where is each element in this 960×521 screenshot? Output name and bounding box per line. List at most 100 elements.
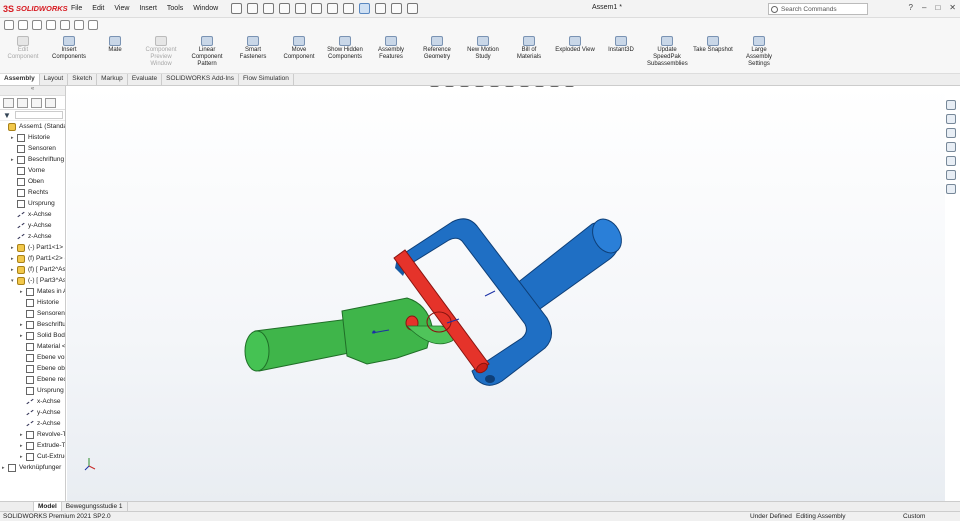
property-manager-tab-icon[interactable] xyxy=(17,97,28,108)
search-commands-input[interactable]: Search Commands xyxy=(768,3,868,15)
command-linear-component-pattern[interactable]: Linear Component Pattern xyxy=(184,36,230,68)
bottom-tab-model[interactable]: Model xyxy=(34,502,62,511)
resources-icon[interactable] xyxy=(946,114,956,124)
app-logo[interactable]: 3S SOLIDWORKS xyxy=(0,4,68,14)
undo-icon[interactable] xyxy=(327,3,339,14)
tab-evaluate[interactable]: Evaluate xyxy=(128,74,163,85)
feature-tree-tab-icon[interactable] xyxy=(3,97,14,108)
help-icon[interactable]: ? xyxy=(909,3,913,12)
command-component-preview-window[interactable]: Component Preview Window xyxy=(138,36,184,68)
tree-node[interactable]: ▸(f) Part1<2> (S xyxy=(11,253,65,264)
tab-sketch[interactable]: Sketch xyxy=(68,74,98,85)
command-new-motion-study[interactable]: New Motion Study xyxy=(460,36,506,68)
tree-node[interactable]: Sensoren xyxy=(20,308,65,319)
menu-window[interactable]: Window xyxy=(188,5,223,12)
tree-node[interactable]: z-Achse xyxy=(11,231,51,242)
minimize-button[interactable]: – xyxy=(922,3,926,12)
tree-node[interactable]: Ebene vorn xyxy=(20,352,65,363)
tree-filter[interactable]: ▼ xyxy=(0,110,65,121)
table-icon[interactable] xyxy=(74,20,84,30)
redo-icon[interactable] xyxy=(343,3,355,14)
tab-markup[interactable]: Markup xyxy=(97,74,128,85)
pin-icon[interactable] xyxy=(231,3,243,14)
sum-icon[interactable] xyxy=(46,20,56,30)
tree-node[interactable]: z-Achse xyxy=(20,418,60,429)
spell-check-icon[interactable] xyxy=(4,20,14,30)
traffic-light-icon[interactable] xyxy=(375,3,387,14)
smart-dimension-icon[interactable] xyxy=(32,20,42,30)
command-exploded-view[interactable]: Exploded View xyxy=(552,36,598,68)
tab-flow-simulation[interactable]: Flow Simulation xyxy=(239,74,294,85)
open-folder-icon[interactable] xyxy=(279,3,291,14)
tree-node[interactable]: ▸(f) [ Part2^Asse xyxy=(11,264,65,275)
tree-node[interactable]: ▸(-) Part1<1> (S xyxy=(11,242,65,253)
panel-collapse-handle[interactable]: « xyxy=(0,86,65,96)
menu-tools[interactable]: Tools xyxy=(162,5,188,12)
tree-node[interactable]: ▸ Beschriftung xyxy=(11,154,64,165)
tree-node[interactable]: Oben xyxy=(11,176,44,187)
command-move-component[interactable]: Move Component xyxy=(276,36,322,68)
status-units[interactable]: Custom xyxy=(903,513,925,520)
command-reference-geometry[interactable]: Reference Geometry xyxy=(414,36,460,68)
menu-insert[interactable]: Insert xyxy=(134,5,162,12)
tree-node[interactable]: Vorne xyxy=(11,165,45,176)
tree-node[interactable]: Ebene rech xyxy=(20,374,65,385)
tree-node[interactable]: ▸ Cut-Extruc xyxy=(20,451,65,462)
tree-node[interactable]: ▸ Extrude-Th xyxy=(20,440,65,451)
file-properties-icon[interactable] xyxy=(391,3,403,14)
command-instant3d[interactable]: Instant3D xyxy=(598,36,644,68)
tree-node[interactable]: x-Achse xyxy=(20,396,60,407)
tree-node[interactable]: ▸ Mates in A xyxy=(20,286,65,297)
filter-input[interactable] xyxy=(14,111,63,119)
dimxpert-tab-icon[interactable] xyxy=(45,97,56,108)
graphics-area[interactable] xyxy=(67,86,945,501)
command-insert-components[interactable]: Insert Components xyxy=(46,36,92,68)
print-icon[interactable] xyxy=(311,3,323,14)
tree-node[interactable]: Historie xyxy=(20,297,59,308)
maximize-button[interactable]: □ xyxy=(935,3,940,12)
tab-layout[interactable]: Layout xyxy=(40,74,69,85)
tree-node[interactable]: ▸ Verknüpfunger xyxy=(2,462,61,473)
tab-assembly[interactable]: Assembly xyxy=(0,74,40,85)
sketch-icon[interactable] xyxy=(18,20,28,30)
command-large-assembly-settings[interactable]: Large Assembly Settings xyxy=(736,36,782,68)
tree-node[interactable]: Rechts xyxy=(11,187,48,198)
appearances-icon[interactable] xyxy=(946,156,956,166)
save-icon[interactable] xyxy=(295,3,307,14)
command-assembly-features[interactable]: Assembly Features xyxy=(368,36,414,68)
tree-node[interactable]: Assem1 (Standard- xyxy=(2,121,65,132)
tree-node[interactable]: Ursprung xyxy=(11,198,55,209)
menu-edit[interactable]: Edit xyxy=(87,5,109,12)
command-mate[interactable]: Mate xyxy=(92,36,138,68)
tree-node[interactable]: Material <r xyxy=(20,341,65,352)
tree-node[interactable]: ▸Solid Bodie xyxy=(20,330,65,341)
tab-solidworks-add-ins[interactable]: SOLIDWORKS Add-Ins xyxy=(162,74,240,85)
new-document-icon[interactable] xyxy=(263,3,275,14)
text-icon[interactable] xyxy=(60,20,70,30)
home-icon[interactable] xyxy=(946,100,956,110)
home-icon[interactable] xyxy=(247,3,259,14)
tree-node[interactable]: ▾(-) [ Part3^Asse xyxy=(11,275,65,286)
design-library-icon[interactable] xyxy=(946,128,956,138)
file-explorer-icon[interactable] xyxy=(946,142,956,152)
tree-node[interactable]: y-Achse xyxy=(20,407,60,418)
close-button[interactable]: ✕ xyxy=(949,3,956,12)
menu-file[interactable]: File xyxy=(66,5,87,12)
tree-node[interactable]: ▸ Beschriftu xyxy=(20,319,65,330)
custom-properties-icon[interactable] xyxy=(946,170,956,180)
tab-scroll-arrows[interactable] xyxy=(0,502,34,511)
options-gear-icon[interactable] xyxy=(407,3,419,14)
command-update-speedpak-subassemblies[interactable]: Update SpeedPak Subassemblies xyxy=(644,36,690,68)
command-show-hidden-components[interactable]: Show Hidden Components xyxy=(322,36,368,68)
tree-node[interactable]: y-Achse xyxy=(11,220,51,231)
tree-node[interactable]: Sensoren xyxy=(11,143,56,154)
tree-node[interactable]: Ebene obe xyxy=(20,363,65,374)
command-bill-of-materials[interactable]: Bill of Materials xyxy=(506,36,552,68)
tree-node[interactable]: Ursprung xyxy=(20,385,64,396)
hole-icon[interactable] xyxy=(88,20,98,30)
menu-view[interactable]: View xyxy=(109,5,134,12)
tree-node[interactable]: x-Achse xyxy=(11,209,51,220)
command-edit-component[interactable]: Edit Component xyxy=(0,36,46,68)
assembly-model[interactable] xyxy=(67,86,945,501)
configuration-tab-icon[interactable] xyxy=(31,97,42,108)
